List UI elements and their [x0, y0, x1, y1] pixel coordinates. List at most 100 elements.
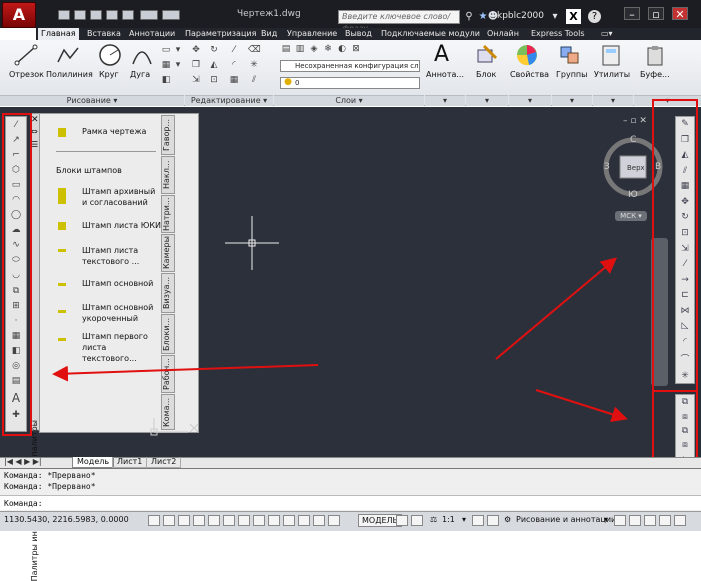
snap-icon[interactable] — [163, 515, 175, 526]
annotation-scale[interactable]: 1:1 — [442, 515, 455, 524]
draw-dropdown-icon[interactable]: ▾ — [172, 45, 184, 56]
workspace-switch[interactable]: Рисование и аннотации — [516, 515, 616, 524]
block-group-title[interactable]: ▾ — [466, 95, 508, 106]
palette-item-frame[interactable]: Рамка чертежа — [82, 127, 146, 136]
annotation-scale-icon[interactable]: ⚖ — [430, 515, 437, 524]
annotation-icon[interactable]: A — [434, 42, 454, 67]
exchange-icon[interactable]: X — [566, 9, 581, 24]
tab-plugins[interactable]: Подключаемые модули — [378, 28, 483, 40]
help-icon[interactable]: ? — [588, 10, 601, 23]
clean-screen-icon[interactable] — [674, 515, 686, 526]
rotate-icon[interactable]: ↻ — [208, 45, 220, 56]
binoculars-icon[interactable]: ⚲ — [462, 10, 476, 24]
block-label[interactable]: Блок — [476, 70, 496, 79]
palette-side-tab[interactable]: Гавор... — [161, 115, 175, 155]
palette-close-icon[interactable]: ✕ — [31, 115, 39, 125]
tab-parametric[interactable]: Параметризация — [182, 28, 259, 40]
block-icon[interactable] — [474, 44, 498, 66]
infer-icon[interactable] — [148, 515, 160, 526]
draw-group-title[interactable]: Рисование ▾ — [0, 95, 184, 106]
layers-group-title[interactable]: Слои ▾ — [274, 95, 424, 106]
minimize-icon[interactable]: – — [624, 7, 640, 21]
clipboard-label[interactable]: Буфе... — [640, 70, 670, 79]
polyline-tool-label[interactable]: Полилиния — [46, 70, 93, 79]
palette-autohide-icon[interactable]: ⇔ — [31, 127, 38, 136]
dropdown-chevron-icon[interactable]: ▾ — [548, 10, 562, 24]
tab-output[interactable]: Вывод — [342, 28, 375, 40]
palette-side-tab[interactable]: Натри... — [161, 195, 175, 233]
tab-view[interactable]: Вид — [258, 28, 280, 40]
clipboard-icon[interactable] — [644, 44, 666, 66]
arc-tool-label[interactable]: Дуга — [130, 70, 150, 79]
hatch-icon[interactable]: ▦ — [160, 60, 172, 71]
application-menu-button[interactable]: A — [2, 2, 36, 28]
trim-icon[interactable]: ⁄ — [228, 45, 240, 56]
polar-icon[interactable] — [208, 515, 220, 526]
layer-state-icon[interactable]: ▥ — [294, 44, 306, 55]
viewport-controls[interactable]: – ▫ ✕ — [623, 116, 647, 126]
layer-config-dropdown[interactable]: Несохраненная конфигурация сло — [280, 60, 420, 72]
quick-view-layouts-icon[interactable] — [396, 515, 408, 526]
copy-icon[interactable]: ❐ — [190, 60, 202, 71]
circle-tool-icon[interactable] — [98, 43, 122, 67]
move-icon[interactable]: ✥ — [190, 45, 202, 56]
annotation-label[interactable]: Аннота... — [426, 70, 464, 79]
array-icon[interactable]: ▦ — [228, 75, 240, 86]
grid-icon[interactable] — [178, 515, 190, 526]
properties-group-title[interactable]: ▾ — [509, 95, 551, 106]
tab-home[interactable]: Главная — [38, 28, 79, 40]
status-menu-icon[interactable] — [659, 515, 671, 526]
explode-icon[interactable]: ✳ — [248, 60, 260, 71]
ortho-icon[interactable] — [193, 515, 205, 526]
modify-group-title[interactable]: Редактирование ▾ — [185, 95, 273, 106]
workspace-dropdown-icon[interactable]: ▾ — [604, 515, 608, 524]
ducs-icon[interactable] — [268, 515, 280, 526]
viewcube-south[interactable]: Ю — [628, 190, 638, 200]
palette-side-tab[interactable]: Накл... — [161, 156, 175, 194]
undo-icon[interactable] — [140, 10, 158, 20]
tab-layout2[interactable]: Лист2 — [146, 457, 182, 468]
layout-nav-arrows[interactable]: |◀ ◀ ▶ ▶| — [4, 457, 42, 466]
close-icon[interactable]: ✕ — [672, 7, 688, 21]
3dosnap-icon[interactable] — [238, 515, 250, 526]
quick-properties-icon[interactable] — [328, 515, 340, 526]
tab-layout1[interactable]: Лист1 — [112, 457, 148, 468]
tab-online[interactable]: Онлайн — [484, 28, 522, 40]
layer-properties-icon[interactable]: ▤ — [280, 44, 292, 55]
draw-dropdown-icon[interactable]: ▾ — [172, 60, 184, 71]
workspace-gear-icon[interactable]: ⚙ — [504, 515, 511, 524]
tab-annotate[interactable]: Аннотации — [126, 28, 178, 40]
transparency-icon[interactable] — [313, 515, 325, 526]
tab-model[interactable]: Модель — [72, 457, 115, 468]
groups-group-title[interactable]: ▾ — [552, 95, 592, 106]
palette-item-archive[interactable]: Штамп архивный и согласований — [82, 186, 160, 208]
properties-label[interactable]: Свойства — [510, 70, 549, 79]
utilities-group-title[interactable]: ▾ — [593, 95, 633, 106]
redo-icon[interactable] — [162, 10, 180, 20]
ribbon-minimize-icon[interactable]: ▭▾ — [598, 28, 616, 40]
plot-icon[interactable] — [122, 10, 134, 20]
circle-tool-label[interactable]: Круг — [99, 70, 119, 79]
dyn-icon[interactable] — [283, 515, 295, 526]
rectangle-icon[interactable]: ▭ — [160, 45, 172, 56]
isolate-objects-icon[interactable] — [644, 515, 656, 526]
offset-icon[interactable]: ⫽ — [248, 75, 260, 86]
tab-manage[interactable]: Управление — [284, 28, 340, 40]
hardware-acceleration-icon[interactable] — [629, 515, 641, 526]
arc-tool-icon[interactable] — [130, 44, 154, 66]
fillet-icon[interactable]: ◜ — [228, 60, 240, 71]
viewcube-north[interactable]: С — [630, 135, 636, 145]
viewcube-face-top[interactable]: Верх — [627, 164, 645, 172]
mirror-icon[interactable]: ◭ — [208, 60, 220, 71]
polyline-tool-icon[interactable] — [56, 44, 80, 66]
erase-icon[interactable]: ⌫ — [248, 45, 261, 56]
calculator-icon[interactable] — [600, 44, 622, 66]
open-icon[interactable] — [74, 10, 86, 20]
autoscale-icon[interactable] — [487, 515, 499, 526]
groups-icon[interactable] — [558, 44, 582, 66]
new-icon[interactable] — [58, 10, 70, 20]
otrack-icon[interactable] — [253, 515, 265, 526]
annotation-visibility-icon[interactable] — [472, 515, 484, 526]
command-input[interactable] — [0, 495, 701, 510]
layer-lock-icon[interactable]: ⊠ — [350, 44, 362, 55]
